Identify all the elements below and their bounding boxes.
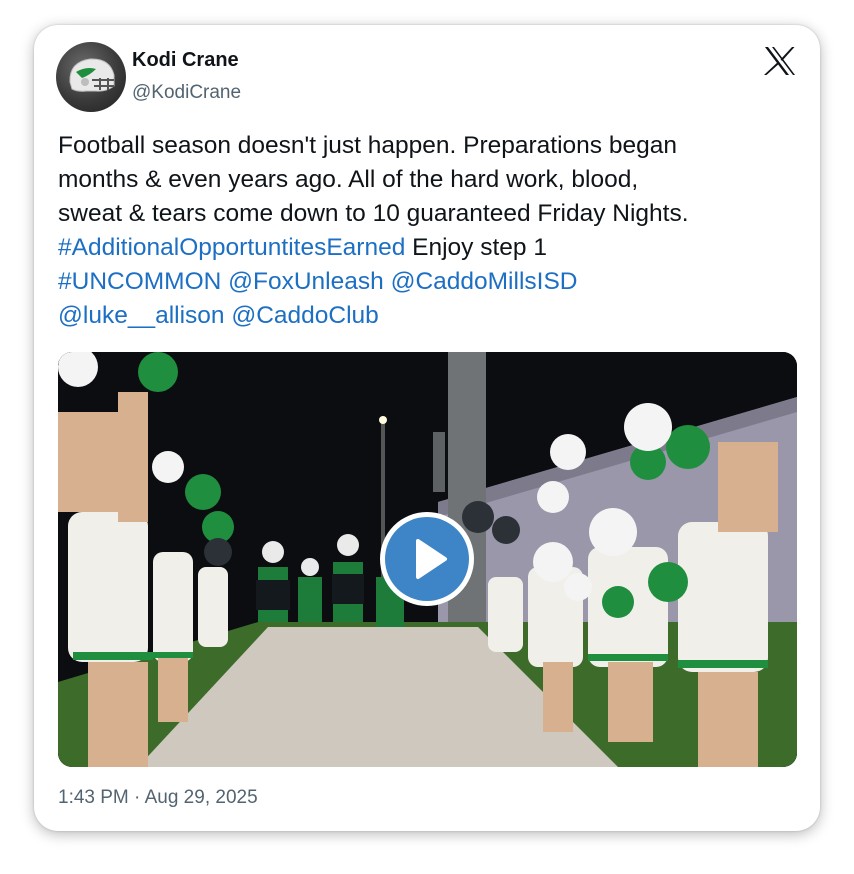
play-icon — [416, 539, 447, 579]
mention-link[interactable]: @luke__allison — [58, 302, 225, 329]
hashtag-link[interactable]: #AdditionalOpportuntitesEarned — [58, 234, 405, 261]
x-logo-icon[interactable] — [763, 46, 797, 76]
video-media[interactable] — [58, 352, 797, 767]
author-handle[interactable]: @KodiCrane — [132, 82, 241, 104]
mention-link[interactable]: @CaddoMillsISD — [391, 268, 578, 295]
tweet-line: #AdditionalOpportuntitesEarned Enjoy ste… — [58, 231, 798, 265]
mention-link[interactable]: @CaddoClub — [231, 302, 378, 329]
hashtag-link[interactable]: #UNCOMMON — [58, 268, 221, 295]
play-button[interactable] — [380, 512, 474, 606]
author-name[interactable]: Kodi Crane — [132, 49, 239, 72]
tweet-line: months & even years ago. All of the hard… — [58, 166, 639, 193]
tweet-timestamp[interactable]: 1:43 PM · Aug 29, 2025 — [58, 787, 258, 809]
tweet-card: Kodi Crane @KodiCrane Football season do… — [34, 25, 820, 831]
tweet-text: Football season doesn't just happen. Pre… — [58, 129, 798, 333]
tweet-line: Football season doesn't just happen. Pre… — [58, 132, 677, 159]
tweet-text-fragment: Enjoy step 1 — [405, 234, 547, 261]
play-button-circle — [385, 517, 469, 601]
football-helmet-icon — [69, 58, 115, 92]
tweet-line: #UNCOMMON @FoxUnleash @CaddoMillsISD — [58, 265, 798, 299]
tweet-line: sweat & tears come down to 10 guaranteed… — [58, 200, 689, 227]
avatar[interactable] — [56, 42, 126, 112]
tweet-line: @luke__allison @CaddoClub — [58, 299, 798, 333]
mention-link[interactable]: @FoxUnleash — [228, 268, 384, 295]
